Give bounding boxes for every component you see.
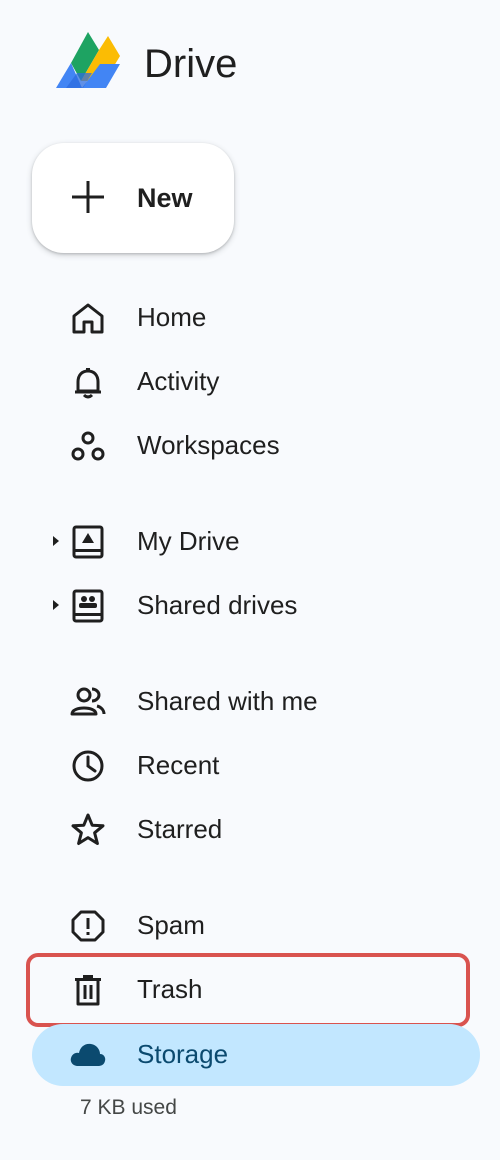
app-title: Drive [144,42,238,86]
clock-icon [72,750,104,782]
nav-label-shared-with-me: Shared with me [137,686,318,716]
nav-label-home: Home [137,302,207,332]
nav-item-shared-with-me[interactable]: Shared with me [0,670,500,734]
nav-item-trash[interactable]: Trash [0,958,500,1022]
bell-icon [75,368,101,399]
nav-item-home[interactable]: Home [0,286,500,350]
nav-label-recent: Recent [137,750,220,780]
nav-label-spam: Spam [137,910,205,940]
nav-label-workspaces: Workspaces [137,430,280,460]
nav-item-starred[interactable]: Starred [0,798,500,862]
my-drive-icon [72,525,104,559]
star-icon [71,813,105,845]
workspaces-icon [71,431,105,461]
spam-icon [71,910,105,942]
caret-right-icon[interactable] [50,534,62,548]
nav-label-trash: Trash [137,974,203,1004]
plus-icon [72,181,104,213]
nav-item-my-drive[interactable]: My Drive [0,510,500,574]
people-icon [70,687,106,716]
nav-label-starred: Starred [137,814,223,844]
nav-item-workspaces[interactable]: Workspaces [0,414,500,478]
nav-item-recent[interactable]: Recent [0,734,500,798]
new-button[interactable]: New [32,143,234,253]
home-icon [72,303,104,334]
nav-item-shared-drives[interactable]: Shared drives [0,574,500,638]
drive-logo-icon[interactable] [52,28,124,94]
new-button-label: New [137,183,193,213]
storage-used-text: 7 KB used [80,1096,177,1119]
nav-label-activity: Activity [137,366,220,396]
nav-label-storage: Storage [137,1039,229,1069]
nav-label-shared-drives: Shared drives [137,590,298,620]
nav-item-activity[interactable]: Activity [0,350,500,414]
trash-icon [75,975,101,1006]
shared-drives-icon [72,589,104,623]
cloud-icon [70,1043,106,1066]
nav-label-my-drive: My Drive [137,526,240,556]
nav-item-storage[interactable]: Storage [32,1024,480,1086]
nav-item-spam[interactable]: Spam [0,894,500,958]
caret-right-icon[interactable] [50,598,62,612]
